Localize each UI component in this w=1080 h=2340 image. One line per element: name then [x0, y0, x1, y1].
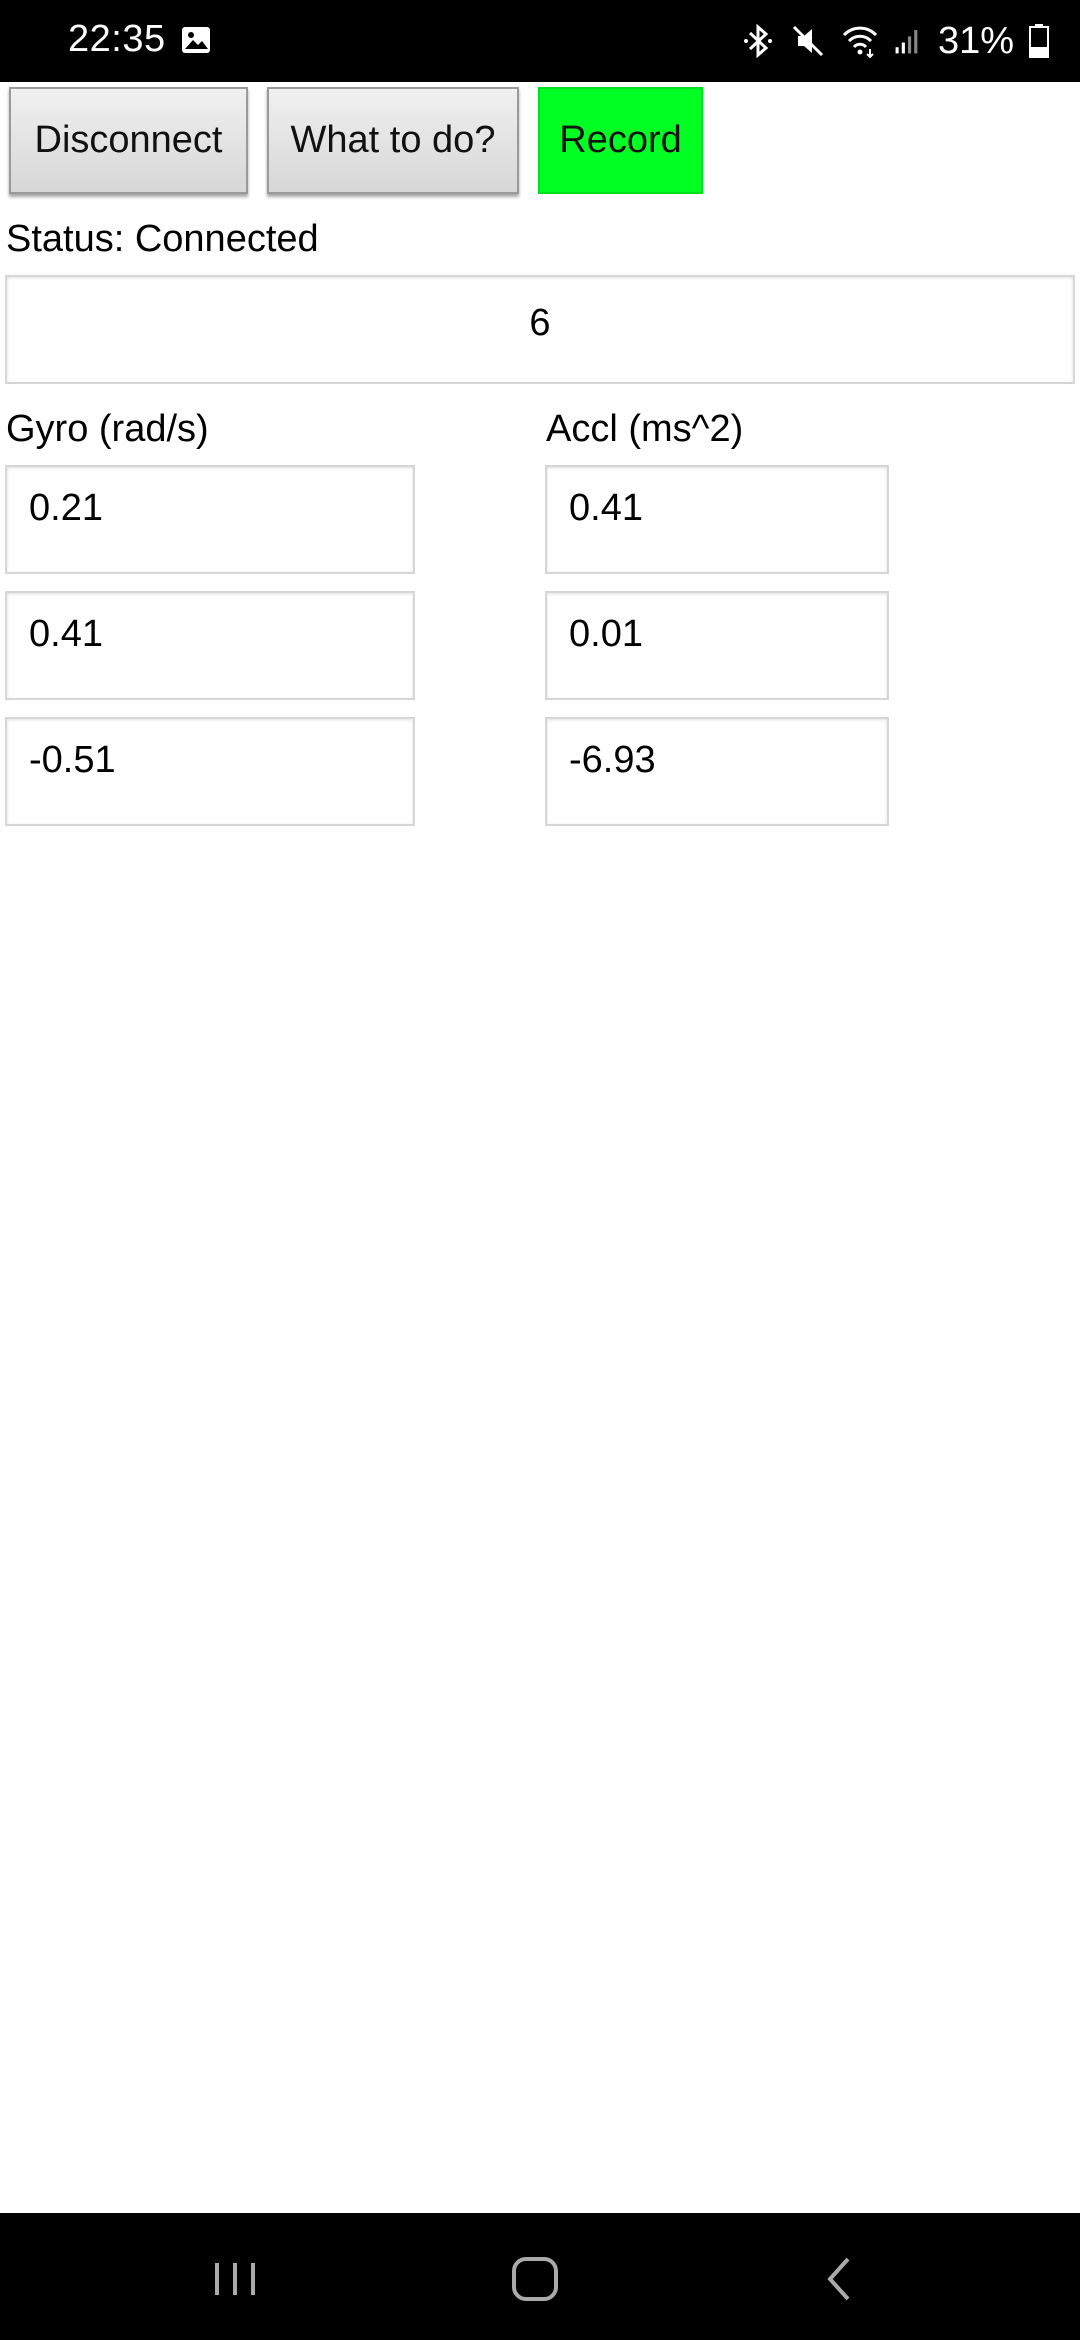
accl-x-field[interactable]: 0.41	[545, 465, 889, 574]
counter-field[interactable]: 6	[5, 275, 1075, 384]
navigation-bar	[0, 2213, 1080, 2340]
status-bar: 22:35 31%	[0, 0, 1080, 82]
gyro-y-field[interactable]: 0.41	[5, 591, 415, 700]
gyro-x-field[interactable]: 0.21	[5, 465, 415, 574]
gallery-icon	[182, 27, 210, 53]
gyro-label: Gyro (rad/s)	[6, 408, 209, 450]
record-button[interactable]: Record	[538, 87, 703, 194]
accl-y-field[interactable]: 0.01	[545, 591, 889, 700]
accl-label: Accl (ms^2)	[546, 408, 744, 450]
connection-status: Status: Connected	[6, 218, 319, 260]
back-icon[interactable]	[810, 2249, 870, 2309]
status-icons: 31%	[740, 14, 1050, 68]
disconnect-button[interactable]: Disconnect	[9, 87, 248, 194]
bluetooth-icon	[743, 23, 772, 59]
recents-icon[interactable]	[205, 2249, 265, 2309]
what-to-do-button[interactable]: What to do?	[267, 87, 519, 194]
accl-z-field[interactable]: -6.93	[545, 717, 889, 826]
wifi-icon	[842, 26, 878, 59]
signal-icon	[895, 30, 918, 54]
home-icon[interactable]	[505, 2249, 565, 2309]
battery-percent: 31%	[937, 19, 1014, 62]
battery-icon	[1029, 24, 1049, 58]
mute-icon	[792, 25, 823, 57]
gyro-z-field[interactable]: -0.51	[5, 717, 415, 826]
status-time: 22:35	[68, 18, 166, 60]
